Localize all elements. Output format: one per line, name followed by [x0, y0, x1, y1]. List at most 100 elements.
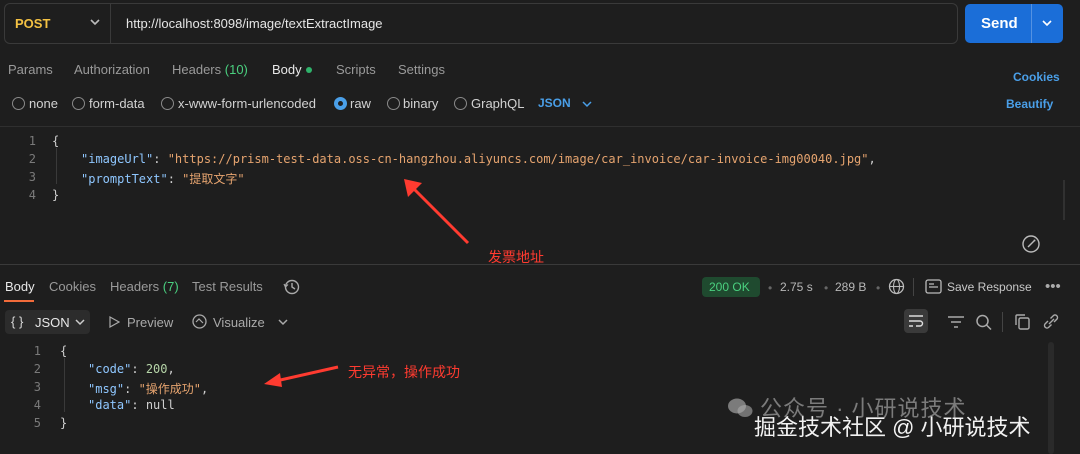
tab-response-headers[interactable]: Headers (7) [110, 279, 179, 294]
tab-response-body[interactable]: Body [5, 279, 35, 294]
separator-dot: • [876, 281, 881, 295]
tab-params[interactable]: Params [8, 62, 53, 77]
tab-settings[interactable]: Settings [398, 62, 445, 77]
history-icon[interactable] [283, 278, 301, 296]
active-tab-indicator [4, 300, 34, 302]
tab-authorization[interactable]: Authorization [74, 62, 150, 77]
divider [1002, 312, 1003, 332]
tab-headers[interactable]: Headers (10) [172, 62, 248, 77]
code-line: "msg": "操作成功", [88, 382, 209, 396]
json-string: "提取文字" [182, 172, 245, 186]
line-number: 1 [28, 134, 36, 148]
json-key: "data" [88, 398, 132, 412]
wrap-lines-button[interactable] [904, 309, 928, 333]
radio-binary-label: binary [403, 96, 439, 111]
radio-urlencoded-label: x-www-form-urlencoded [178, 96, 316, 111]
json-key: "imageUrl" [81, 152, 154, 166]
code-open-brace: { [52, 134, 60, 148]
headers-count: (7) [162, 279, 179, 294]
scrollbar[interactable] [1060, 180, 1068, 220]
json-string: "https://prism-test-data.oss-cn-hangzhou… [167, 152, 869, 166]
preview-button[interactable]: Preview [127, 315, 173, 330]
cookies-link[interactable]: Cookies [1013, 70, 1060, 84]
separator-dot: • [824, 281, 829, 295]
radio-urlencoded[interactable] [161, 97, 174, 110]
radio-graphql-label: GraphQL [471, 96, 525, 111]
method-selector[interactable]: POST [5, 4, 111, 43]
radio-none-label: none [29, 96, 58, 111]
send-divider [1031, 4, 1032, 43]
url-input[interactable]: http://localhost:8098/image/textExtractI… [126, 16, 383, 31]
beautify-link[interactable]: Beautify [1006, 97, 1053, 111]
tab-body[interactable]: Body [272, 62, 302, 77]
radio-form-data-label: form-data [89, 96, 145, 111]
url-bar: POST http://localhost:8098/image/textExt… [4, 3, 958, 44]
send-button[interactable]: Send [965, 4, 1063, 43]
indent-guide [56, 148, 57, 184]
line-number: 4 [33, 398, 41, 412]
headers-count: (10) [224, 62, 248, 77]
line-number: 3 [28, 170, 36, 184]
json-key: "code" [88, 362, 132, 376]
line-number: 2 [33, 362, 41, 376]
chevron-down-icon [90, 19, 100, 26]
separator-dot: • [768, 281, 773, 295]
line-number: 5 [33, 416, 41, 430]
scrollbar[interactable] [1048, 342, 1054, 454]
status-label: 200 OK [709, 280, 750, 294]
tab-response-cookies[interactable]: Cookies [49, 279, 96, 294]
code-close-brace: } [52, 188, 60, 202]
visualize-button[interactable]: Visualize [213, 315, 265, 330]
radio-graphql[interactable] [454, 97, 467, 110]
line-number: 2 [28, 152, 36, 166]
annotation-response: 无异常，操作成功 [348, 364, 460, 380]
watermark-text: 掘金技术社区 @ 小研说技术 [754, 415, 1031, 440]
divider [0, 126, 1080, 127]
json-number: 200 [145, 362, 168, 376]
radio-raw[interactable] [334, 97, 347, 110]
play-icon [109, 316, 120, 328]
annotation-arrow-icon [404, 179, 470, 245]
tab-test-results[interactable]: Test Results [192, 279, 263, 294]
copy-icon[interactable] [1012, 312, 1034, 332]
filter-icon[interactable] [945, 312, 967, 332]
tab-headers-label: Headers [172, 62, 222, 77]
wechat-icon [728, 398, 753, 417]
chevron-down-icon[interactable] [1039, 15, 1055, 31]
response-time: 2.75 s [780, 280, 813, 294]
radio-binary[interactable] [387, 97, 400, 110]
code-line: "imageUrl": "https://prism-test-data.oss… [81, 152, 876, 166]
format-label: JSON [35, 315, 70, 330]
chevron-down-icon[interactable] [580, 97, 594, 111]
radio-form-data[interactable] [72, 97, 85, 110]
radio-none[interactable] [12, 97, 25, 110]
line-number: 4 [28, 188, 36, 202]
magic-wand-icon[interactable] [1020, 233, 1042, 255]
response-size: 289 B [835, 280, 867, 294]
code-line: "data": null [88, 398, 175, 412]
wrap-lines-icon [909, 315, 924, 327]
indent-guide [64, 358, 65, 412]
tab-scripts[interactable]: Scripts [336, 62, 376, 77]
json-key: "msg" [88, 382, 125, 396]
search-icon[interactable] [973, 312, 995, 332]
json-null: null [145, 398, 175, 412]
globe-icon[interactable] [888, 278, 905, 295]
more-icon[interactable]: ••• [1045, 278, 1061, 295]
divider [0, 264, 1080, 265]
json-string: "操作成功" [138, 382, 202, 396]
save-response-button[interactable]: Save Response [947, 280, 1032, 294]
send-label: Send [981, 15, 1018, 32]
divider [913, 278, 914, 296]
save-icon[interactable] [925, 279, 942, 294]
code-line: "promptText": "提取文字" [81, 172, 245, 186]
format-select[interactable]: JSON [538, 96, 571, 110]
body-modified-dot [306, 67, 312, 73]
code-line: "code": 200, [88, 362, 175, 376]
link-icon[interactable] [1040, 312, 1062, 332]
chevron-down-icon[interactable] [276, 315, 290, 329]
chevron-down-icon [75, 319, 85, 326]
tab-headers-label: Headers [110, 279, 160, 294]
code-open-brace: { [60, 344, 68, 358]
response-format-select[interactable]: { } JSON [5, 310, 90, 334]
